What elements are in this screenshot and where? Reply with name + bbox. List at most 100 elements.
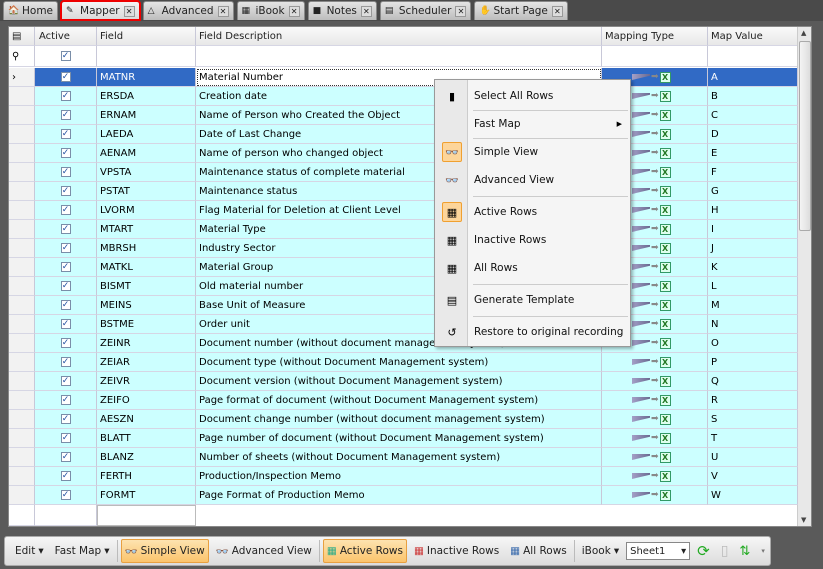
field-cell[interactable]: BLANZ (97, 448, 196, 467)
row-indicator[interactable] (9, 106, 35, 125)
table-row[interactable]: ✓ MBRSH Industry Sector ➡ X J (9, 239, 798, 258)
active-checkbox[interactable]: ✓ (35, 486, 97, 505)
map-value-cell[interactable]: C (708, 106, 798, 125)
active-rows-button[interactable]: ▦ Active Rows (322, 539, 407, 563)
mapping-type-cell[interactable]: ➡ X (602, 467, 708, 486)
map-value-cell[interactable]: L (708, 277, 798, 296)
menu-item-restore-to-original-recording[interactable]: ↺ Restore to original recording (435, 320, 630, 344)
header-active[interactable]: Active (35, 27, 97, 46)
table-row[interactable]: ✓ PSTAT Maintenance status ➡ X G (9, 182, 798, 201)
table-row[interactable]: ✓ MTART Material Type ➡ X I (9, 220, 798, 239)
description-cell[interactable]: Page number of document (without Documen… (196, 429, 602, 448)
fast-map-button[interactable]: Fast Map ▾ (51, 539, 114, 563)
menu-item-inactive-rows[interactable]: ▦ Inactive Rows (435, 228, 630, 252)
row-indicator[interactable] (9, 125, 35, 144)
row-indicator[interactable] (9, 467, 35, 486)
close-icon[interactable]: ✕ (123, 5, 135, 17)
map-value-cell[interactable]: K (708, 258, 798, 277)
field-cell[interactable]: LVORM (97, 201, 196, 220)
map-value-cell[interactable]: I (708, 220, 798, 239)
map-value-cell[interactable]: S (708, 410, 798, 429)
column-chooser-icon[interactable]: ▤ (9, 27, 35, 46)
table-row[interactable]: ✓ LVORM Flag Material for Deletion at Cl… (9, 201, 798, 220)
toolbar-overflow-button[interactable]: ▾ (757, 539, 769, 563)
vertical-scrollbar[interactable]: ▲ ▼ (797, 27, 811, 526)
filter-icon[interactable]: ⚲ (9, 46, 35, 67)
header-field[interactable]: Field (97, 27, 196, 46)
active-checkbox[interactable]: ✓ (35, 144, 97, 163)
row-indicator[interactable] (9, 182, 35, 201)
row-indicator[interactable] (9, 144, 35, 163)
map-value-cell[interactable]: D (708, 125, 798, 144)
row-indicator[interactable] (9, 87, 35, 106)
mapping-type-cell[interactable]: ➡ X (602, 448, 708, 467)
mapping-type-cell[interactable]: ➡ X (602, 410, 708, 429)
close-icon[interactable]: ✕ (288, 5, 300, 17)
row-indicator[interactable] (9, 277, 35, 296)
row-indicator[interactable] (9, 391, 35, 410)
field-cell[interactable]: ERSDA (97, 87, 196, 106)
description-cell[interactable]: Page format of document (without Documen… (196, 391, 602, 410)
field-cell[interactable]: ZEIAR (97, 353, 196, 372)
field-cell[interactable]: ERNAM (97, 106, 196, 125)
field-cell[interactable]: PSTAT (97, 182, 196, 201)
map-value-cell[interactable]: T (708, 429, 798, 448)
active-checkbox[interactable]: ✓ (35, 125, 97, 144)
row-indicator[interactable] (9, 296, 35, 315)
map-value-cell[interactable]: V (708, 467, 798, 486)
tab-mapper[interactable]: ✎ Mapper ✕ (60, 0, 141, 21)
table-row[interactable]: ✓ BLANZ Number of sheets (without Docume… (9, 448, 798, 467)
field-cell[interactable]: MBRSH (97, 239, 196, 258)
refresh-icon[interactable]: ⟳ (693, 539, 714, 563)
row-indicator[interactable] (9, 429, 35, 448)
description-cell[interactable]: Document change number (without document… (196, 410, 602, 429)
close-icon[interactable]: ✕ (455, 5, 467, 17)
tab-scheduler[interactable]: ▤ Scheduler ✕ (379, 1, 472, 20)
map-value-cell[interactable]: W (708, 486, 798, 505)
table-row[interactable]: › ✓ MATNR Material Number ➡ X A (9, 68, 798, 87)
field-cell[interactable]: ZEIVR (97, 372, 196, 391)
all-rows-button[interactable]: ▦ All Rows (506, 539, 571, 563)
map-value-cell[interactable]: A (708, 68, 798, 87)
table-row[interactable]: ✓ LAEDA Date of Last Change ➡ X D (9, 125, 798, 144)
active-checkbox[interactable]: ✓ (35, 220, 97, 239)
table-row[interactable]: ✓ AESZN Document change number (without … (9, 410, 798, 429)
map-value-cell[interactable]: J (708, 239, 798, 258)
field-cell[interactable]: BSTME (97, 315, 196, 334)
field-cell[interactable]: VPSTA (97, 163, 196, 182)
table-row[interactable]: ✓ FORMT Page Format of Production Memo ➡… (9, 486, 798, 505)
header-map-value[interactable]: Map Value (708, 27, 798, 46)
menu-item-advanced-view[interactable]: 👓 Advanced View (435, 168, 630, 192)
row-indicator[interactable] (9, 315, 35, 334)
mapping-type-cell[interactable]: ➡ X (602, 486, 708, 505)
active-checkbox[interactable]: ✓ (35, 448, 97, 467)
table-row[interactable]: ✓ FERTH Production/Inspection Memo ➡ X V (9, 467, 798, 486)
row-indicator[interactable] (9, 410, 35, 429)
map-value-cell[interactable]: O (708, 334, 798, 353)
tab-ibook[interactable]: ▦ iBook ✕ (236, 1, 305, 20)
filter-field[interactable] (97, 46, 196, 67)
mapping-type-cell[interactable]: ➡ X (602, 429, 708, 448)
table-row[interactable]: ✓ AENAM Name of person who changed objec… (9, 144, 798, 163)
row-indicator[interactable] (9, 258, 35, 277)
map-value-cell[interactable]: E (708, 144, 798, 163)
field-cell[interactable]: AENAM (97, 144, 196, 163)
table-row[interactable]: ✓ ZEIAR Document type (without Document … (9, 353, 798, 372)
table-row[interactable]: ✓ MATKL Material Group ➡ X K (9, 258, 798, 277)
new-row[interactable] (9, 505, 798, 526)
field-cell[interactable]: ZEIFO (97, 391, 196, 410)
table-row[interactable]: ✓ ZEIFO Page format of document (without… (9, 391, 798, 410)
sheet-select[interactable]: Sheet1 ▾ (626, 542, 691, 560)
description-cell[interactable]: Page Format of Production Memo (196, 486, 602, 505)
menu-item-all-rows[interactable]: ▦ All Rows (435, 256, 630, 280)
field-cell[interactable]: LAEDA (97, 125, 196, 144)
close-icon[interactable]: ✕ (360, 5, 372, 17)
scroll-thumb[interactable] (799, 41, 811, 231)
map-value-cell[interactable]: H (708, 201, 798, 220)
active-checkbox[interactable]: ✓ (35, 182, 97, 201)
filter-map-value[interactable] (708, 46, 798, 67)
header-description[interactable]: Field Description (196, 27, 602, 46)
description-cell[interactable]: Production/Inspection Memo (196, 467, 602, 486)
active-checkbox[interactable]: ✓ (35, 467, 97, 486)
map-value-cell[interactable]: G (708, 182, 798, 201)
